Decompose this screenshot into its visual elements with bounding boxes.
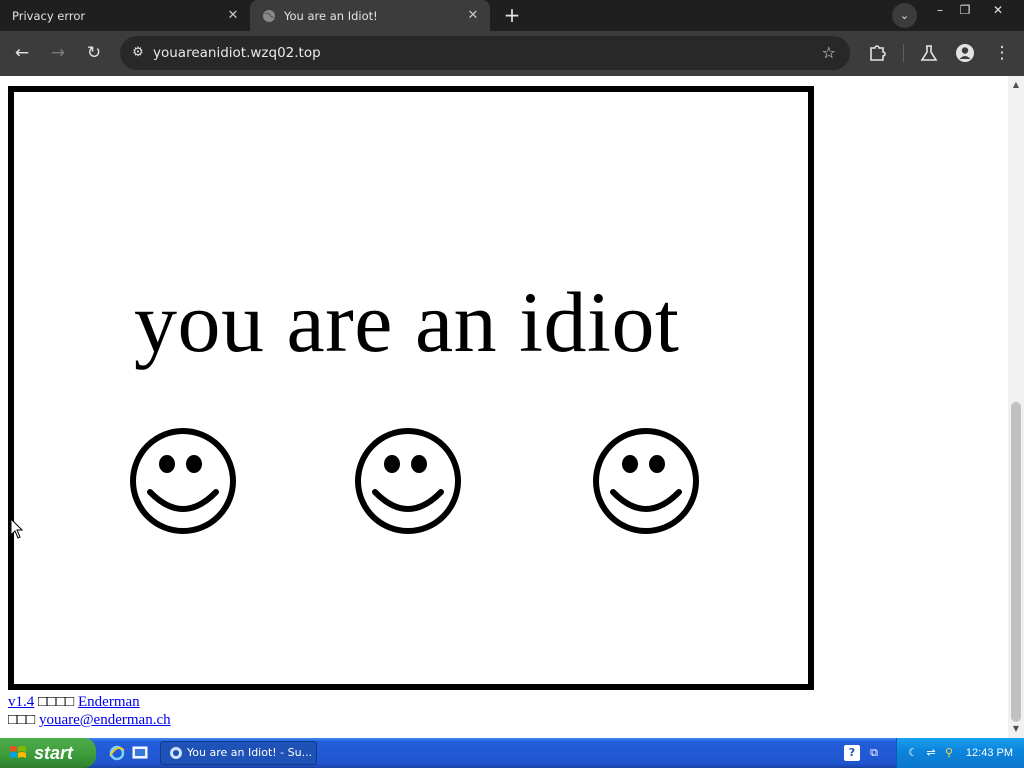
smiley-face-icon [355, 428, 461, 534]
reload-button[interactable]: ↻ [79, 38, 109, 68]
taskbar: start You are an Idiot! - Su... ? ⧉ ☾ ⇌ … [0, 738, 1024, 768]
footer-glyphs: □□□□ [38, 694, 75, 710]
scroll-up-arrow-icon[interactable]: ▲ [1008, 78, 1024, 92]
start-button[interactable]: start [0, 738, 96, 768]
smiley-face-icon [130, 428, 236, 534]
restore-button[interactable]: ❐ [952, 0, 978, 22]
browser-globe-icon [170, 747, 182, 759]
show-desktop-icon[interactable] [131, 744, 149, 762]
forward-button[interactable]: → [43, 38, 73, 68]
toolbar-divider [903, 44, 904, 62]
minimize-button[interactable]: – [927, 0, 953, 22]
idiot-frame: you are an idiot [8, 86, 814, 690]
vertical-scrollbar[interactable]: ▲ ▼ [1008, 76, 1024, 738]
labs-flask-icon[interactable] [914, 38, 944, 68]
close-tab-icon[interactable]: ✕ [222, 8, 244, 23]
version-link[interactable]: v1.4 [8, 694, 34, 710]
system-tray: ☾ ⇌ ⚲ 12:43 PM [896, 738, 1024, 768]
scroll-thumb[interactable] [1011, 402, 1021, 722]
taskbar-window-button[interactable]: You are an Idiot! - Su... [160, 741, 317, 765]
smiley-face-icon [593, 428, 699, 534]
tab-privacy-error[interactable]: Privacy error ✕ [0, 0, 250, 31]
globe-icon [263, 9, 275, 22]
scroll-down-arrow-icon[interactable]: ▼ [1008, 722, 1024, 736]
network-icon[interactable]: ☾ [905, 745, 921, 761]
author-link[interactable]: Enderman [78, 694, 140, 710]
windows-flag-icon [10, 746, 26, 758]
browser-toolbar: ← → ↻ ⚙ youareanidiot.wzq02.top ☆ ⋮ [0, 31, 1024, 76]
help-icon[interactable]: ? [844, 745, 860, 761]
mouse-cursor-icon [10, 518, 24, 539]
task-button-label: You are an Idiot! - Su... [187, 746, 313, 759]
tab-search-button[interactable]: ⌄ [892, 3, 917, 28]
internet-explorer-icon[interactable] [108, 744, 126, 762]
email-link[interactable]: youare@enderman.ch [39, 712, 171, 728]
new-tab-button[interactable]: + [500, 4, 524, 26]
restore-icon[interactable]: ⧉ [866, 745, 882, 761]
site-info-icon[interactable]: ⚙ [128, 43, 148, 63]
close-window-button[interactable]: ✕ [985, 0, 1011, 22]
page-viewport: you are an idiot v1.4 □□□□ Enderman □□□ [0, 76, 1008, 738]
tab-you-are-an-idiot[interactable]: You are an Idiot! ✕ [250, 0, 490, 31]
footer-line-2: □□□ youare@enderman.ch [8, 712, 171, 729]
clock: 12:43 PM [965, 747, 1013, 759]
tab-strip: Privacy error ✕ You are an Idiot! ✕ + ⌄ … [0, 0, 1024, 31]
close-tab-icon[interactable]: ✕ [462, 8, 484, 23]
footer-glyphs: □□□ [8, 712, 36, 728]
headline-text: you are an idiot [134, 274, 680, 370]
address-bar[interactable]: ⚙ youareanidiot.wzq02.top ☆ [120, 36, 850, 70]
url-text[interactable]: youareanidiot.wzq02.top [153, 36, 321, 70]
connection-icon[interactable]: ⇌ [923, 745, 939, 761]
back-button[interactable]: ← [7, 38, 37, 68]
tab-title: Privacy error [12, 8, 86, 23]
footer-line-1: v1.4 □□□□ Enderman [8, 694, 140, 711]
profile-avatar-icon[interactable] [950, 38, 980, 68]
search-icon[interactable]: ⚲ [941, 745, 957, 761]
menu-kebab-icon[interactable]: ⋮ [987, 38, 1017, 68]
tab-title: You are an Idiot! [284, 8, 378, 23]
start-label: start [34, 743, 74, 763]
extensions-icon[interactable] [862, 38, 892, 68]
bookmark-star-icon[interactable]: ☆ [822, 36, 836, 70]
